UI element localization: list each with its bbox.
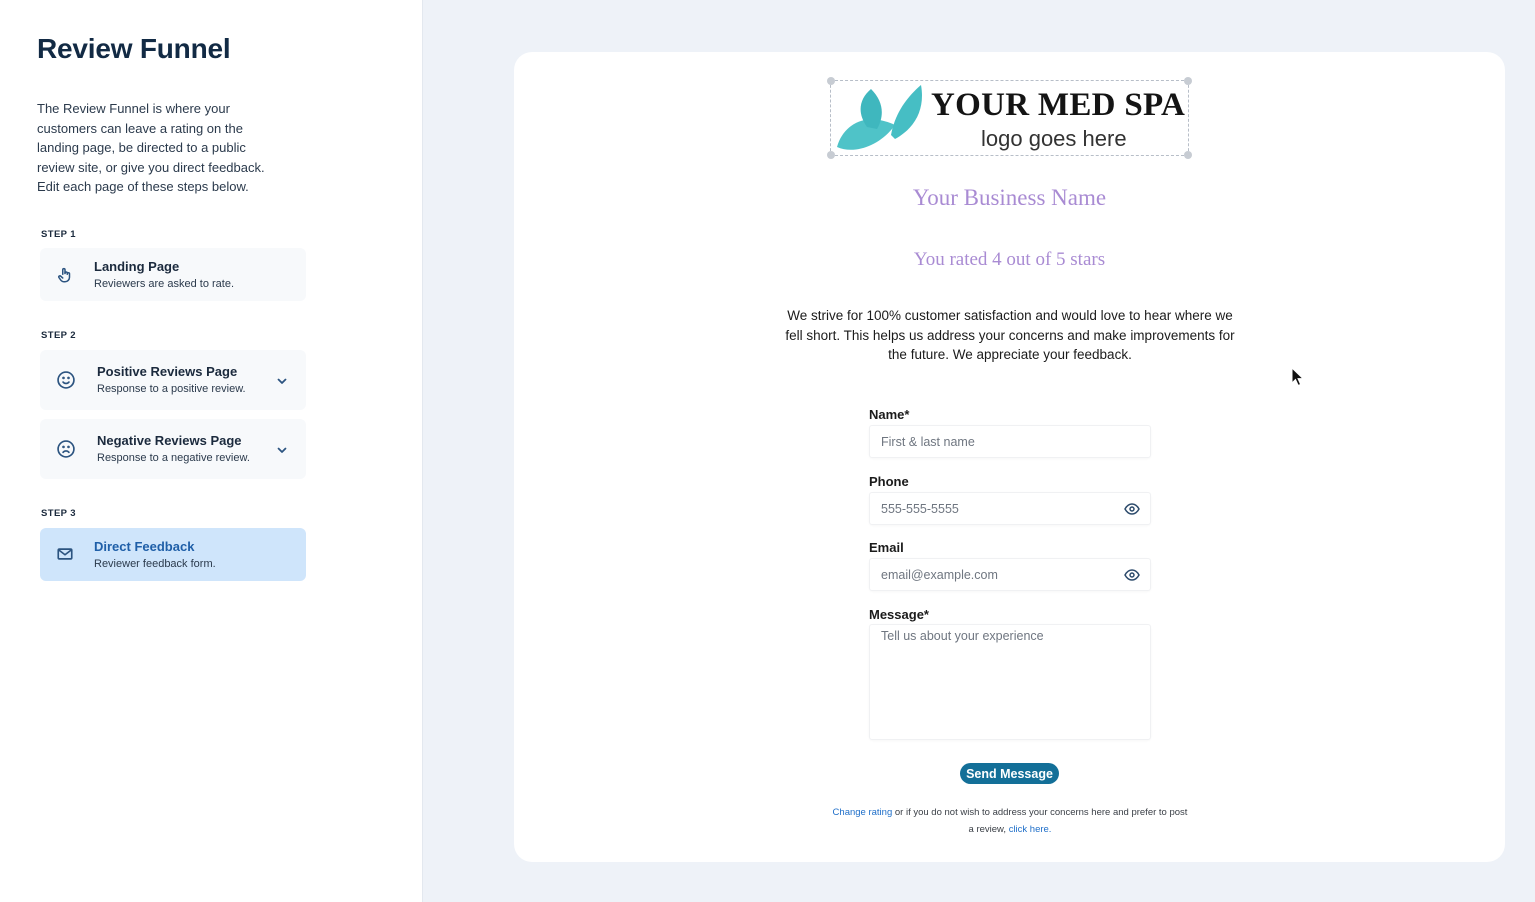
leaf-logo-icon: [837, 85, 922, 150]
step-3-label: STEP 3: [41, 508, 76, 519]
logo-main-text: YOUR MED SPA: [931, 87, 1186, 123]
send-message-button[interactable]: Send Message: [960, 763, 1059, 784]
step-item-sub: Reviewers are asked to rate.: [94, 278, 235, 290]
footer-note: Change rating or if you do not wish to a…: [832, 804, 1188, 838]
name-placeholder: First & last name: [881, 435, 975, 449]
change-rating-link[interactable]: Change rating: [833, 807, 893, 818]
step-item-name: Positive Reviews Page: [97, 364, 238, 379]
resize-handle[interactable]: [1184, 77, 1192, 85]
frown-icon: [56, 439, 76, 459]
sidebar-description: The Review Funnel is where your customer…: [37, 101, 265, 194]
email-input[interactable]: email@example.com: [869, 558, 1151, 591]
smile-icon: [56, 370, 76, 390]
step-item-name: Landing Page: [94, 259, 180, 274]
step-item-landing-page[interactable]: Landing Page Reviewers are asked to rate…: [40, 248, 306, 301]
intro-text: We strive for 100% customer satisfaction…: [785, 308, 1235, 362]
name-input[interactable]: First & last name: [869, 425, 1151, 458]
logo-sub-text: logo goes here: [981, 126, 1127, 151]
click-here-link[interactable]: click here.: [1009, 824, 1052, 835]
email-label: Email: [869, 540, 904, 555]
step-item-negative-reviews-page[interactable]: Negative Reviews Page Response to a nega…: [40, 419, 306, 479]
chevron-down-icon[interactable]: [276, 443, 288, 461]
message-label: Message*: [869, 607, 929, 622]
preview-card: YOUR MED SPA logo goes here Your Busines…: [514, 52, 1505, 862]
message-textarea[interactable]: Tell us about your experience: [869, 624, 1151, 740]
email-placeholder: email@example.com: [881, 568, 998, 582]
step-item-name: Direct Feedback: [94, 539, 195, 554]
chevron-down-icon[interactable]: [276, 374, 288, 392]
step-item-positive-reviews-page[interactable]: Positive Reviews Page Response to a posi…: [40, 350, 306, 410]
rating-text: You rated 4 out of 5 stars: [913, 249, 1106, 270]
resize-handle[interactable]: [1184, 151, 1192, 159]
step-item-sub: Reviewer feedback form.: [94, 558, 216, 570]
step-item-direct-feedback[interactable]: Direct Feedback Reviewer feedback form.: [40, 528, 306, 581]
phone-placeholder: 555-555-5555: [881, 502, 959, 516]
sidebar: Review Funnel The Review Funnel is where…: [0, 0, 423, 902]
business-name: Your Business Name: [912, 185, 1107, 210]
step-item-sub: Response to a negative review.: [97, 452, 250, 464]
mouse-cursor-icon: [1291, 367, 1305, 387]
phone-label: Phone: [869, 474, 909, 489]
step-item-sub: Response to a positive review.: [97, 383, 246, 395]
phone-input[interactable]: 555-555-5555: [869, 492, 1151, 525]
eye-icon[interactable]: [1124, 502, 1140, 521]
message-placeholder: Tell us about your experience: [881, 629, 1044, 643]
hand-pointer-icon: [56, 266, 74, 284]
envelope-icon: [56, 545, 74, 563]
eye-icon[interactable]: [1124, 568, 1140, 587]
step-item-name: Negative Reviews Page: [97, 433, 242, 448]
page-title: Review Funnel: [37, 33, 231, 64]
step-2-label: STEP 2: [41, 330, 76, 341]
name-label: Name*: [869, 407, 910, 422]
logo-placeholder[interactable]: YOUR MED SPA logo goes here: [827, 77, 1192, 159]
step-1-label: STEP 1: [41, 229, 76, 240]
